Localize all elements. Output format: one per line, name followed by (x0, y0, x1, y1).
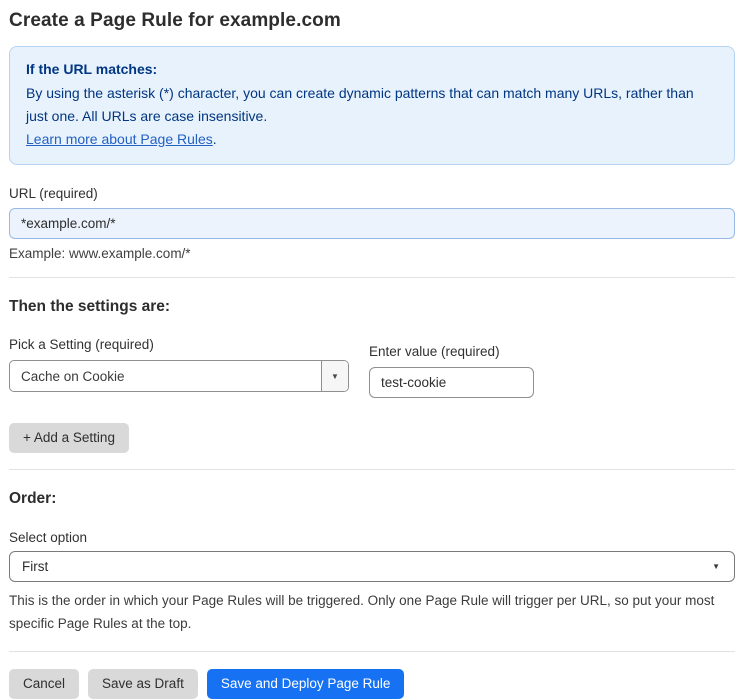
learn-more-link[interactable]: Learn more about Page Rules (26, 131, 213, 147)
add-setting-button[interactable]: + Add a Setting (9, 423, 129, 453)
save-as-draft-button[interactable]: Save as Draft (88, 669, 198, 699)
url-matches-info-box: If the URL matches: By using the asteris… (9, 46, 735, 165)
url-field-label: URL (required) (9, 186, 98, 201)
setting-select-label: Pick a Setting (required) (9, 337, 154, 352)
settings-section-heading: Then the settings are: (9, 298, 171, 315)
url-example-text: Example: www.example.com/* (9, 246, 191, 261)
info-box-heading: If the URL matches: (26, 61, 158, 77)
setting-select-value: Cache on Cookie (21, 368, 125, 384)
info-box-link-line: Learn more about Page Rules. (26, 128, 718, 151)
order-section-heading: Order: (9, 490, 57, 507)
setting-select[interactable]: Cache on Cookie ▼ (9, 360, 349, 392)
link-period: . (212, 131, 217, 147)
info-box-body: By using the asterisk (*) character, you… (26, 85, 694, 124)
cancel-button[interactable]: Cancel (9, 669, 80, 699)
order-select-label: Select option (9, 530, 88, 545)
footer-actions: Cancel Save as Draft Save and Deploy Pag… (9, 669, 735, 699)
setting-select-group: Pick a Setting (required) Cache on Cooki… (9, 337, 349, 398)
url-input[interactable] (9, 208, 735, 239)
order-select-value: First (22, 559, 49, 574)
setting-value-input[interactable] (369, 367, 534, 398)
divider (9, 277, 735, 278)
value-field-label: Enter value (required) (369, 344, 500, 359)
create-page-rule-form: Create a Page Rule for example.com If th… (0, 0, 750, 699)
page-title: Create a Page Rule for example.com (9, 10, 341, 31)
chevron-down-icon[interactable]: ▼ (321, 361, 348, 391)
divider (9, 469, 735, 470)
save-and-deploy-button[interactable]: Save and Deploy Page Rule (206, 669, 405, 699)
divider (9, 651, 735, 652)
setting-value-group: Enter value (required) (369, 337, 534, 398)
order-select[interactable]: First ▼ (9, 551, 735, 582)
settings-row: Pick a Setting (required) Cache on Cooki… (9, 337, 735, 398)
order-help-text: This is the order in which your Page Rul… (9, 593, 715, 631)
chevron-down-icon: ▼ (712, 562, 720, 571)
